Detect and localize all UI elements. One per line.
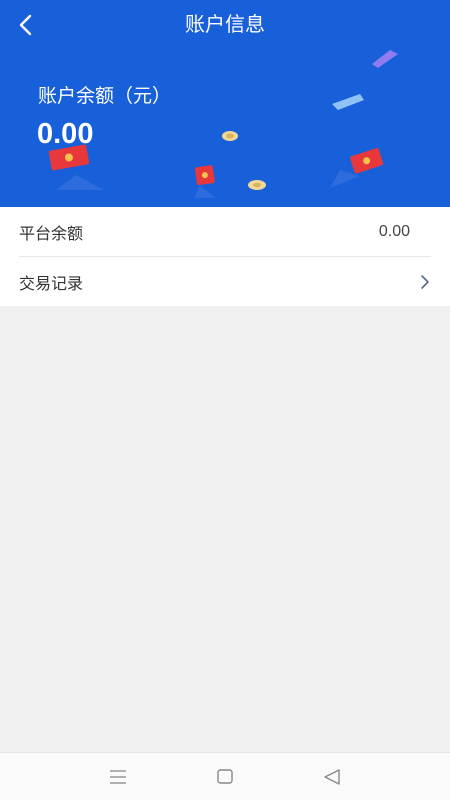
red-envelope-small-icon (194, 165, 216, 198)
banknote-icon (332, 94, 364, 110)
red-envelope-icon (48, 144, 104, 190)
coin-icon (222, 131, 238, 141)
transaction-records-label: 交易记录 (19, 273, 84, 293)
red-envelope-right-icon (330, 148, 384, 188)
back-triangle-icon[interactable] (320, 765, 344, 789)
platform-balance-row: 平台余额 0.00 (0, 207, 450, 256)
home-square-icon[interactable] (213, 765, 237, 789)
system-nav-bar (0, 752, 450, 800)
platform-balance-label: 平台余额 (19, 223, 84, 243)
account-header: 账户信息 账户余额（元） 0.00 (0, 0, 450, 207)
menu-icon[interactable] (106, 765, 130, 789)
account-list: 平台余额 0.00 交易记录 (0, 207, 450, 306)
chevron-right-icon (421, 275, 429, 289)
banknote-purple-icon (372, 50, 398, 68)
platform-balance-value: 0.00 (378, 222, 410, 240)
transaction-records-row[interactable]: 交易记录 (19, 256, 431, 306)
balance-label: 账户余额（元） (38, 85, 172, 107)
page-title: 账户信息 (185, 12, 265, 36)
coin-icon-2 (248, 180, 266, 190)
